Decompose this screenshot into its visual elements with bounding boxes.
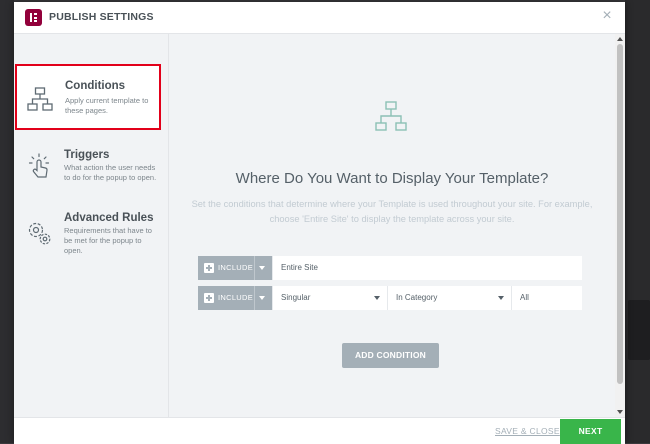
- gears-icon: [28, 222, 51, 245]
- next-button[interactable]: NEXT: [560, 419, 621, 444]
- background-editor-left: [0, 0, 14, 443]
- tab-triggers-label: Triggers: [64, 149, 110, 161]
- tab-conditions-label: Conditions: [65, 80, 126, 92]
- tab-conditions-description: Apply current template to these pages.: [65, 96, 149, 115]
- condition-id-value: All: [520, 293, 529, 302]
- add-condition-button[interactable]: ADD CONDITION: [342, 343, 439, 368]
- background-editor-right: [625, 0, 650, 443]
- scrollbar[interactable]: [615, 34, 625, 417]
- settings-sidebar: Conditions Apply current template to the…: [14, 34, 169, 417]
- chevron-down-icon: [498, 296, 504, 300]
- condition-sub-value: In Category: [396, 293, 438, 302]
- chevron-down-icon: [259, 266, 265, 270]
- condition-id-select[interactable]: All: [511, 286, 582, 310]
- condition-name-value: Entire Site: [281, 263, 318, 272]
- condition-name-select[interactable]: Entire Site: [272, 256, 582, 280]
- pointer-hand-icon: [28, 153, 50, 178]
- modal-header: PUBLISH SETTINGS ×: [14, 2, 625, 34]
- include-separator: [254, 286, 255, 310]
- tab-advanced-rules[interactable]: Advanced Rules Requirements that have to…: [14, 208, 168, 280]
- chevron-down-icon: [259, 296, 265, 300]
- panel-description: Set the conditions that determine where …: [191, 199, 593, 224]
- sitemap-icon: [27, 87, 53, 111]
- chevron-down-icon: [374, 296, 380, 300]
- plus-icon: [204, 263, 214, 273]
- condition-name-select[interactable]: Singular: [272, 286, 387, 310]
- condition-row: INCLUDE Singular In Category All: [198, 286, 582, 310]
- include-label: INCLUDE: [218, 293, 254, 302]
- condition-sub-select[interactable]: In Category: [387, 286, 511, 310]
- include-label: INCLUDE: [218, 263, 254, 272]
- save-close-link[interactable]: SAVE & CLOSE: [495, 426, 560, 436]
- tab-conditions[interactable]: Conditions Apply current template to the…: [15, 64, 161, 130]
- elementor-logo-icon: [25, 9, 42, 26]
- tab-triggers-description: What action the user needs to do for the…: [64, 163, 157, 182]
- modal-footer: SAVE & CLOSE NEXT: [14, 417, 625, 444]
- panel-heading: Where Do You Want to Display Your Templa…: [235, 170, 549, 187]
- background-panel: [628, 300, 650, 360]
- modal-title: PUBLISH SETTINGS: [49, 11, 154, 23]
- include-separator: [254, 256, 255, 280]
- conditions-panel: Where Do You Want to Display Your Templa…: [169, 34, 615, 417]
- plus-icon: [204, 293, 214, 303]
- include-dropdown[interactable]: INCLUDE: [198, 256, 272, 280]
- publish-settings-modal: PUBLISH SETTINGS × Conditions Apply curr…: [14, 2, 625, 444]
- sitemap-icon: [375, 101, 407, 131]
- scroll-down-arrow[interactable]: [617, 410, 623, 414]
- condition-row: INCLUDE Entire Site: [198, 256, 582, 280]
- tab-advanced-rules-description: Requirements that have to be met for the…: [64, 226, 152, 255]
- tab-advanced-rules-label: Advanced Rules: [64, 212, 154, 224]
- include-dropdown[interactable]: INCLUDE: [198, 286, 272, 310]
- scrollbar-thumb[interactable]: [617, 44, 623, 384]
- condition-name-value: Singular: [281, 293, 311, 302]
- scroll-up-arrow[interactable]: [617, 37, 623, 41]
- close-icon[interactable]: ×: [599, 8, 615, 24]
